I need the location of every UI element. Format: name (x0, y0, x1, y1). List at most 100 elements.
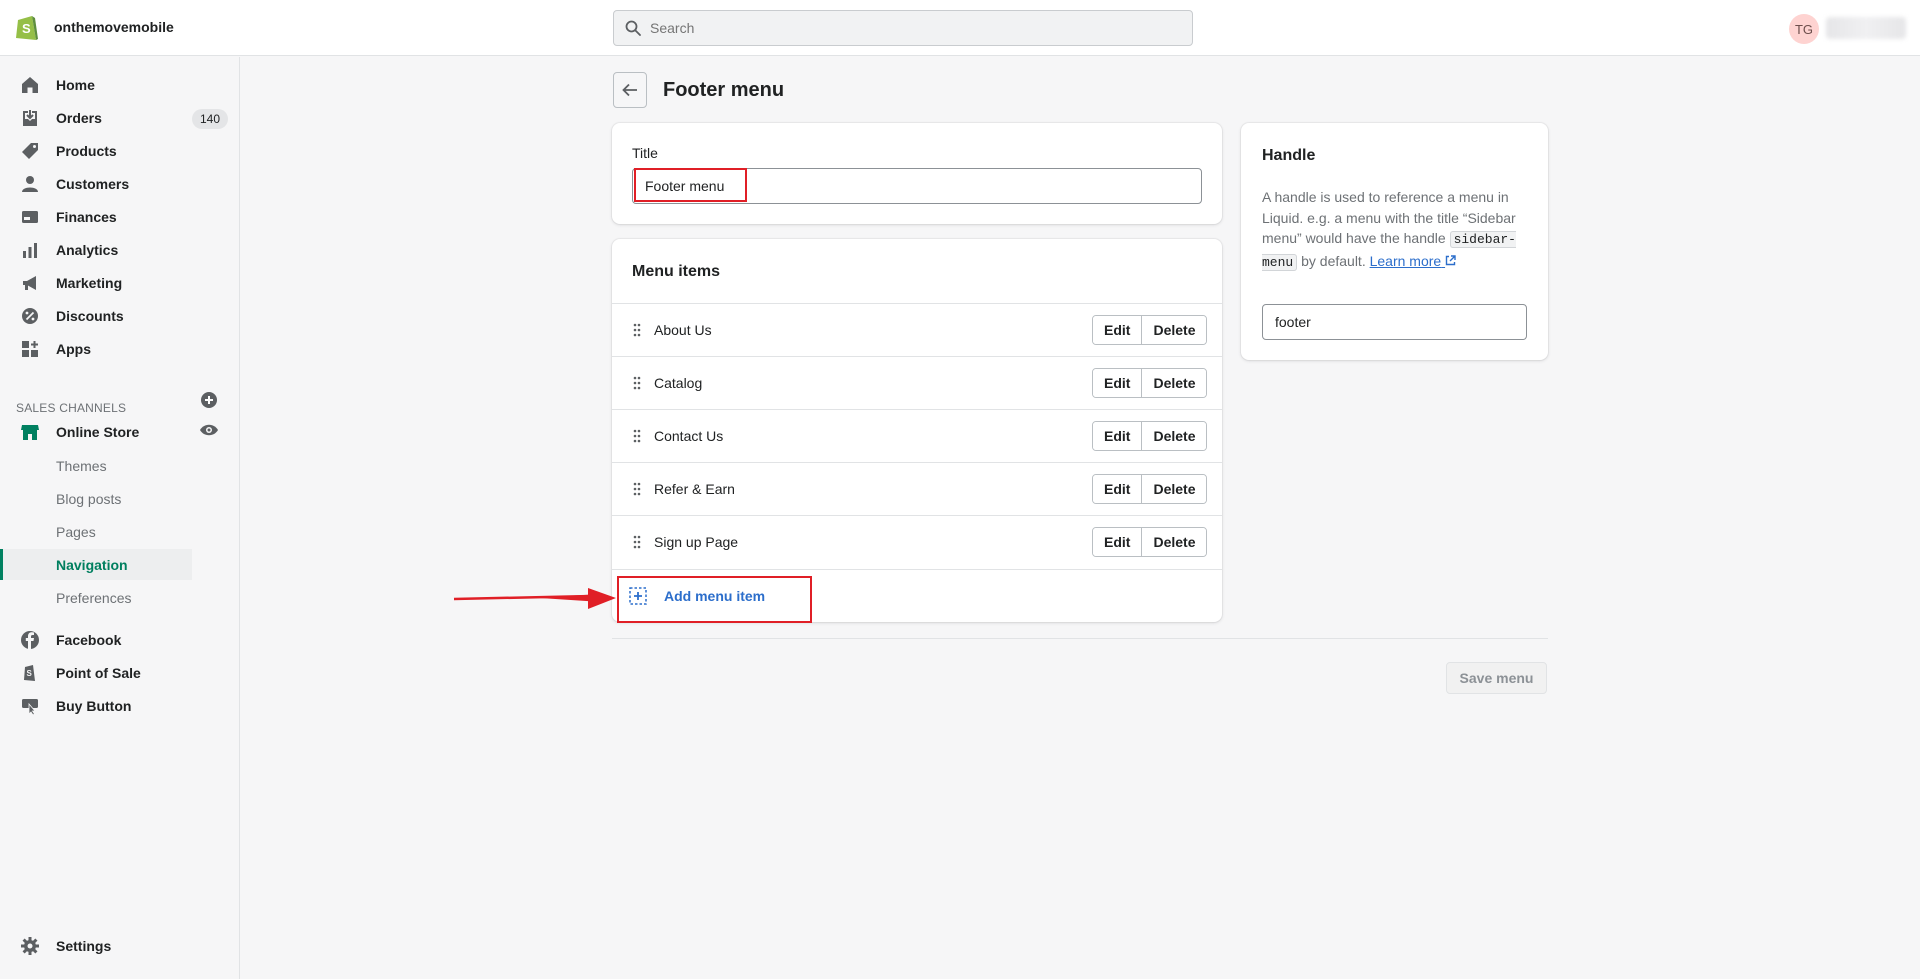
sidebar-item-label: Marketing (56, 274, 123, 291)
sidebar-item-discounts[interactable]: Discounts (0, 299, 240, 332)
sidebar-subitem-label: Preferences (56, 590, 132, 606)
sidebar-item-analytics[interactable]: Analytics (0, 233, 240, 266)
sidebar-item-label: Customers (56, 175, 130, 192)
eye-icon[interactable] (199, 420, 219, 440)
menu-item-row: Refer & Earn Edit Delete (612, 462, 1222, 515)
delete-button[interactable]: Delete (1141, 422, 1207, 450)
sidebar-item-label: Analytics (56, 241, 119, 258)
user-name-blurred[interactable] (1826, 17, 1906, 39)
bar-chart-icon (23, 243, 37, 258)
sidebar-item-label: Point of Sale (56, 664, 141, 681)
delete-button[interactable]: Delete (1141, 475, 1207, 503)
sidebar-item-label: Discounts (56, 307, 124, 324)
sidebar-item-buy-button[interactable]: Buy Button (0, 689, 240, 722)
svg-text:S: S (27, 669, 33, 678)
menu-item-row: Contact Us Edit Delete (612, 409, 1222, 462)
add-sales-channel-icon[interactable] (200, 391, 218, 409)
sidebar-subitem-navigation[interactable]: Navigation (0, 549, 192, 580)
menu-item-name: Sign up Page (654, 534, 739, 550)
drag-handle-icon[interactable] (632, 322, 642, 338)
handle-input[interactable]: footer (1262, 304, 1527, 340)
sales-channels-heading: Sales channels (16, 401, 127, 415)
delete-button[interactable]: Delete (1141, 369, 1207, 397)
shopify-logo-icon[interactable]: S (14, 14, 40, 42)
sidebar-subitem-themes[interactable]: Themes (0, 450, 192, 481)
sidebar-item-label: Products (56, 142, 117, 159)
tag-icon (22, 143, 38, 159)
top-bar: S onthemovemobile TG (0, 0, 1920, 56)
sidebar-subitem-label: Navigation (56, 557, 128, 573)
sidebar-subitem-blog-posts[interactable]: Blog posts (0, 483, 192, 514)
page-title: Footer menu (663, 79, 785, 101)
sidebar-item-apps[interactable]: Apps (0, 332, 240, 365)
sidebar-item-label: Finances (56, 208, 117, 225)
menu-items-heading: Menu items (632, 263, 721, 280)
menu-item-actions: Edit Delete (1092, 421, 1208, 451)
sidebar-item-point-of-sale[interactable]: S Point of Sale (0, 656, 240, 689)
edit-button[interactable]: Edit (1093, 369, 1142, 397)
sidebar-item-settings[interactable]: Settings (0, 929, 240, 962)
buy-button-icon (22, 699, 38, 716)
page-divider (612, 638, 1548, 639)
sidebar-item-customers[interactable]: Customers (0, 167, 240, 200)
edit-button[interactable]: Edit (1093, 528, 1142, 556)
sidebar-subitem-pages[interactable]: Pages (0, 516, 192, 547)
back-button[interactable] (613, 72, 647, 108)
sidebar-item-facebook[interactable]: Facebook (0, 623, 240, 656)
menu-item-name: Refer & Earn (654, 481, 735, 497)
finances-icon (22, 211, 38, 223)
apps-icon (22, 341, 38, 357)
menu-item-name: Catalog (654, 375, 703, 391)
search-bar[interactable] (613, 10, 1193, 46)
home-icon (22, 77, 38, 93)
menu-item-actions: Edit Delete (1092, 527, 1208, 557)
save-menu-button[interactable]: Save menu (1446, 662, 1547, 694)
sidebar-item-label: Home (56, 76, 95, 93)
search-icon (625, 20, 641, 36)
menu-item-row: About Us Edit Delete (612, 303, 1222, 356)
arrow-left-icon (622, 83, 637, 97)
sidebar-item-label: Settings (56, 937, 112, 954)
sidebar-item-orders[interactable]: Orders 140 (0, 101, 240, 134)
sidebar-item-products[interactable]: Products (0, 134, 240, 167)
menu-item-row: Catalog Edit Delete (612, 356, 1222, 409)
handle-input-value: footer (1275, 314, 1311, 330)
store-name[interactable]: onthemovemobile (54, 19, 174, 35)
drag-handle-icon[interactable] (632, 375, 642, 391)
person-icon (22, 176, 38, 192)
edit-button[interactable]: Edit (1093, 422, 1142, 450)
megaphone-icon (23, 276, 36, 290)
edit-button[interactable]: Edit (1093, 475, 1142, 503)
sidebar-item-label: Apps (56, 340, 91, 357)
sidebar-subitem-preferences[interactable]: Preferences (0, 582, 192, 613)
search-input[interactable] (650, 11, 1170, 45)
menu-item-actions: Edit Delete (1092, 315, 1208, 345)
menu-item-actions: Edit Delete (1092, 368, 1208, 398)
sidebar-subitem-label: Pages (56, 524, 96, 540)
sidebar: Home Orders 140 Products Customers Finan… (0, 57, 240, 979)
sidebar-item-home[interactable]: Home (0, 68, 240, 101)
external-link-icon (1445, 254, 1456, 265)
drag-handle-icon[interactable] (632, 481, 642, 497)
orders-icon (23, 110, 37, 126)
learn-more-label: Learn more (1369, 252, 1442, 269)
learn-more-link[interactable]: Learn more (1370, 253, 1456, 269)
svg-text:S: S (22, 21, 31, 36)
edit-button[interactable]: Edit (1093, 316, 1142, 344)
drag-handle-icon[interactable] (632, 428, 642, 444)
handle-help-after: by default. (1301, 252, 1366, 269)
title-label: Title (632, 145, 658, 161)
sidebar-item-marketing[interactable]: Marketing (0, 266, 240, 299)
sidebar-item-finances[interactable]: Finances (0, 200, 240, 233)
sidebar-item-label: Facebook (56, 631, 122, 648)
add-menu-item-row[interactable]: Add menu item (612, 569, 1222, 623)
delete-button[interactable]: Delete (1141, 528, 1207, 556)
sidebar-subitem-label: Blog posts (56, 491, 122, 507)
avatar[interactable]: TG (1789, 14, 1819, 44)
pos-icon: S (24, 665, 35, 681)
menu-item-name: About Us (654, 322, 712, 338)
sidebar-item-label: Online Store (56, 423, 140, 440)
delete-button[interactable]: Delete (1141, 316, 1207, 344)
drag-handle-icon[interactable] (632, 534, 642, 550)
title-card: Title Footer menu (612, 123, 1222, 224)
